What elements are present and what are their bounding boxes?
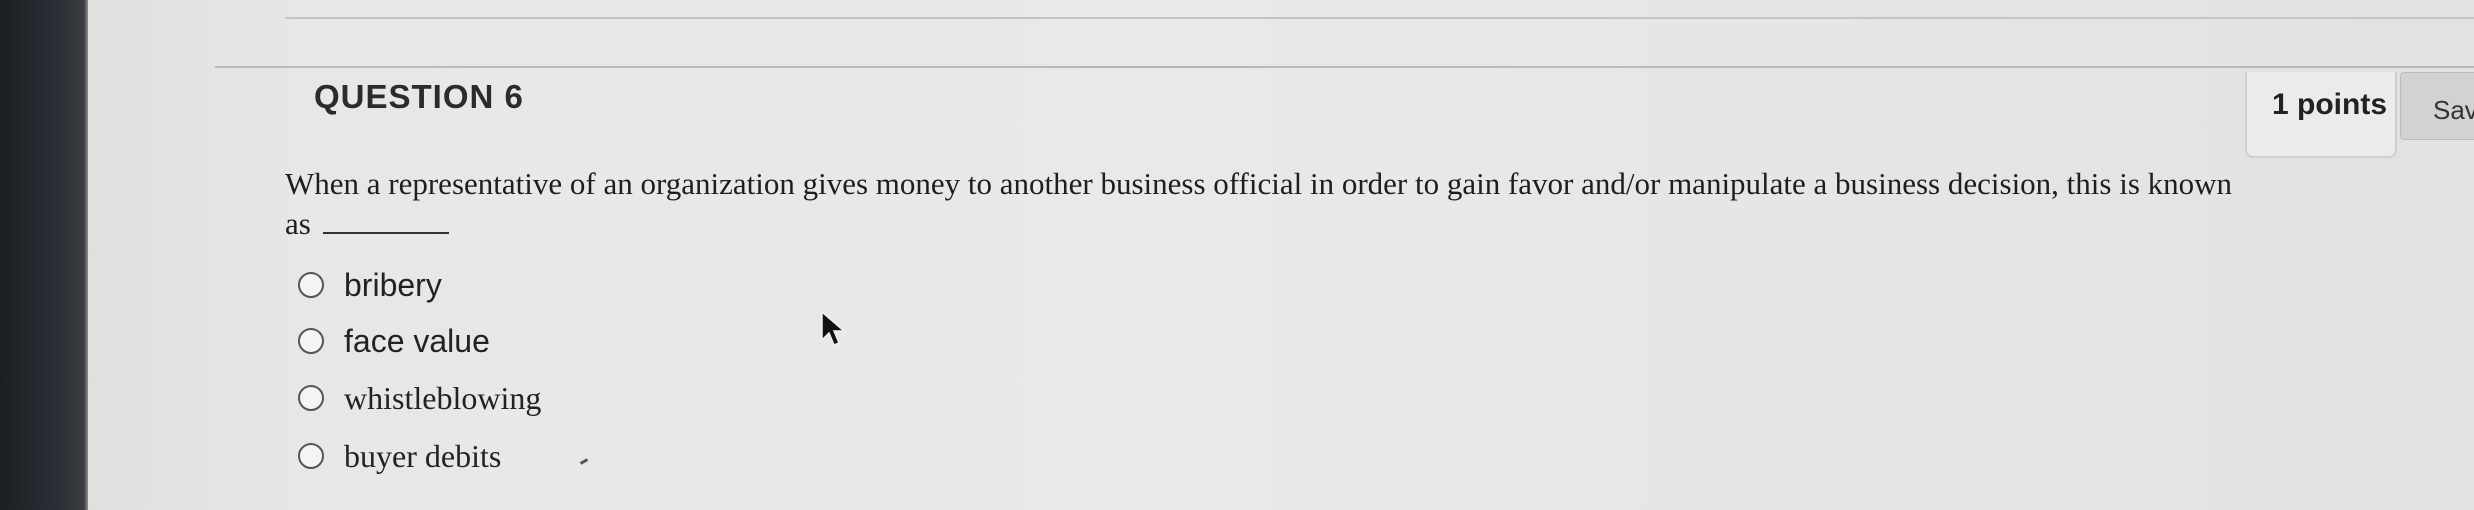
question-title: QUESTION 6 (314, 78, 524, 115)
radio-button[interactable] (298, 385, 324, 411)
monitor-bezel (0, 0, 88, 510)
option-label: face value (344, 322, 490, 359)
save-answer-button[interactable]: Sav (2400, 72, 2474, 140)
answer-blank (322, 206, 449, 234)
option-bribery[interactable]: bribery (298, 265, 442, 305)
question-prompt: When a representative of an organization… (285, 166, 2233, 241)
top-divider (285, 17, 2474, 19)
question-divider (215, 66, 2474, 68)
option-face-value[interactable]: face value (298, 321, 490, 361)
option-buyer-debits[interactable]: buyer debits (298, 436, 501, 476)
mouse-pointer-icon (821, 310, 847, 346)
option-label: whistleblowing (344, 379, 542, 416)
question-text: When a representative of an organization… (285, 164, 2235, 244)
radio-button[interactable] (298, 328, 324, 354)
option-label: bribery (344, 266, 442, 303)
radio-button[interactable] (298, 443, 324, 469)
points-label: 1 points (2272, 88, 2388, 121)
stray-mark (579, 458, 589, 465)
screen: QUESTION 6 1 points Sav When a represent… (0, 0, 2474, 510)
option-label: buyer debits (344, 437, 502, 474)
radio-button[interactable] (298, 272, 324, 298)
option-whistleblowing[interactable]: whistleblowing (298, 378, 541, 418)
